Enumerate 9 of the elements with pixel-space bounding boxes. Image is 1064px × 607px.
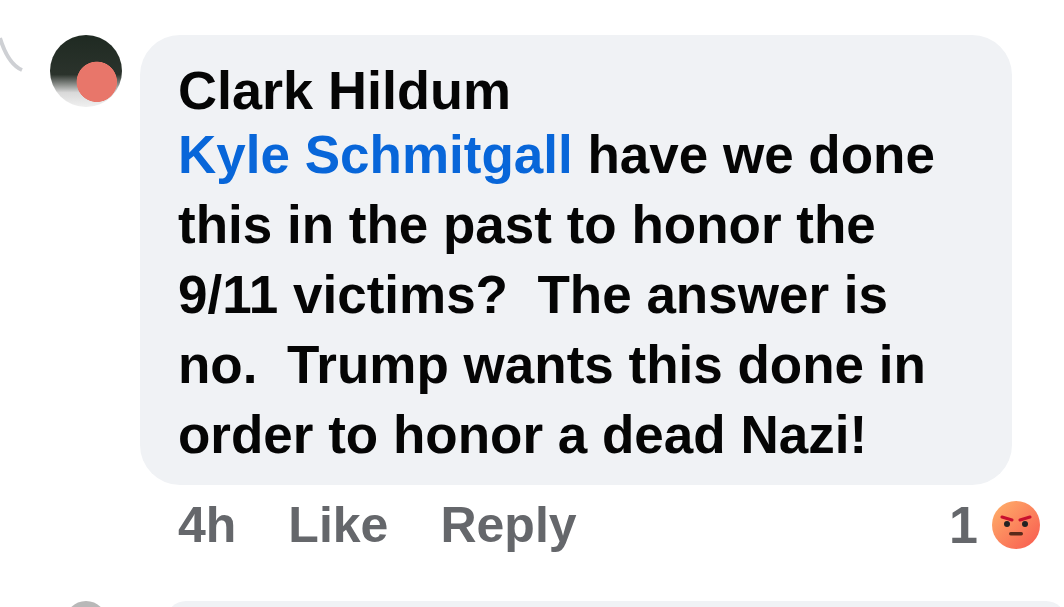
- timestamp[interactable]: 4h: [178, 496, 237, 554]
- comment-text: Kyle Schmitgall have we done this in the past to honor the 9/11 victims? The answer is no. Trump wants this done in order to honor a dead Nazi!: [178, 124, 936, 466]
- author-name[interactable]: Clark Hildum: [178, 60, 974, 120]
- reaction-count[interactable]: 1: [949, 495, 978, 555]
- reply-button[interactable]: Reply: [440, 496, 577, 554]
- like-button[interactable]: Like: [288, 496, 389, 554]
- angry-face-icon: [992, 501, 1040, 549]
- mention-link[interactable]: Kyle Schmitgall: [178, 125, 573, 184]
- thread-line: [0, 36, 24, 72]
